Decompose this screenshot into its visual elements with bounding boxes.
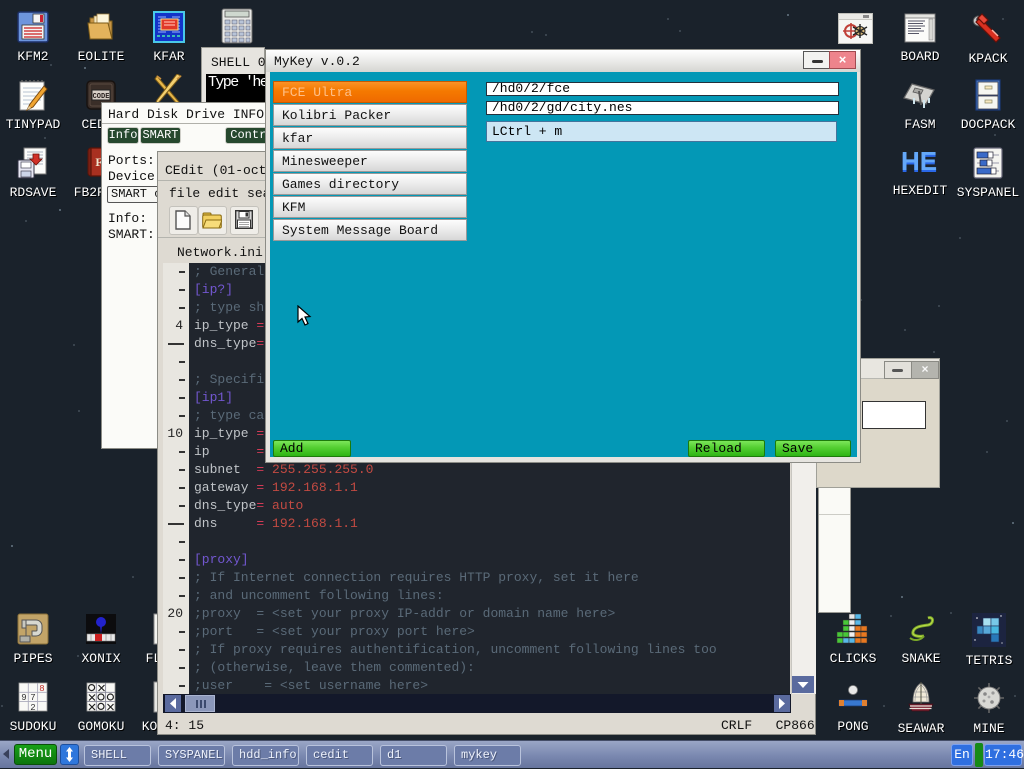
svg-text:7: 7 bbox=[30, 693, 35, 703]
svg-text:8: 8 bbox=[39, 684, 44, 694]
svg-text:9: 9 bbox=[21, 693, 26, 703]
svg-text:HE: HE bbox=[901, 146, 937, 176]
svg-text:CODE: CODE bbox=[93, 93, 110, 101]
svg-text:2: 2 bbox=[30, 703, 35, 713]
